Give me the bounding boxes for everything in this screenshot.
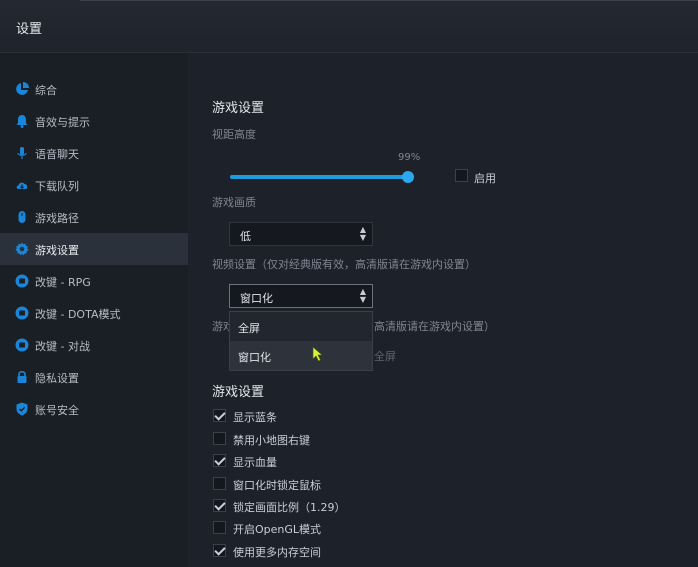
sidebar-item-label: 改键 - DOTA模式 — [35, 308, 121, 321]
option-label: 使用更多内存空间 — [233, 546, 321, 559]
view-height-slider[interactable] — [230, 171, 415, 183]
gear-icon — [15, 242, 29, 256]
bell-icon — [16, 115, 28, 128]
cloud-download-icon — [16, 182, 28, 190]
view-height-percent: 99% — [398, 152, 421, 163]
mouse-cursor-icon — [312, 346, 323, 362]
microphone-icon — [17, 147, 27, 159]
sidebar-item-account-security[interactable]: 账号安全 — [0, 393, 188, 425]
slider-fill — [230, 175, 409, 179]
option-checkbox[interactable] — [213, 432, 226, 445]
option-checkbox[interactable] — [213, 409, 226, 422]
video-mode-select-value: 窗口化 — [240, 292, 273, 305]
option-checkbox[interactable] — [213, 454, 226, 467]
quality-select[interactable]: 低 ▲ ▼ — [229, 222, 373, 246]
keyboard-badge-icon — [15, 338, 29, 352]
sidebar-item-label: 账号安全 — [35, 404, 79, 417]
section-title-game: 游戏设置 — [212, 101, 265, 116]
dropdown-option-windowed[interactable]: 窗口化 — [230, 341, 372, 370]
sidebar-item-sound[interactable]: 音效与提示 — [0, 105, 188, 137]
sidebar-item-privacy[interactable]: 隐私设置 — [0, 361, 188, 393]
sidebar-item-voice-chat[interactable]: 语音聊天 — [0, 137, 188, 169]
shield-icon — [16, 402, 28, 416]
sidebar-item-label: 隐私设置 — [35, 372, 79, 385]
sidebar-item-game-settings[interactable]: 游戏设置 — [0, 233, 188, 265]
sidebar-item-download-queue[interactable]: 下载队列 — [0, 169, 188, 201]
updown-arrow-icon: ▲ ▼ — [359, 287, 366, 304]
option-label: 显示蓝条 — [233, 411, 277, 424]
enable-label: 启用 — [474, 172, 496, 185]
sidebar-item-label: 综合 — [35, 84, 57, 97]
lock-icon — [17, 370, 27, 383]
view-height-label: 视距高度 — [212, 128, 256, 141]
sidebar-item-label: 语音聊天 — [35, 148, 79, 161]
obscured-label-end: 高清版请在游戏内设置） — [374, 320, 495, 333]
keyboard-badge-icon — [15, 274, 29, 288]
dropdown-option-label: 全屏 — [238, 322, 260, 335]
sidebar-item-label: 游戏路径 — [35, 212, 79, 225]
option-label: 禁用小地图右键 — [233, 434, 310, 447]
sidebar-item-label: 改键 - 对战 — [35, 340, 90, 353]
quality-select-value: 低 — [240, 230, 251, 243]
updown-arrow-icon: ▲ ▼ — [359, 225, 366, 242]
quality-label: 游戏画质 — [212, 196, 256, 209]
sidebar-item-label: 改键 - RPG — [35, 276, 91, 289]
option-checkbox[interactable] — [213, 499, 226, 512]
video-settings-label: 视频设置（仅对经典版有效，高清版请在游戏内设置） — [212, 258, 476, 271]
title-bar: 设置 — [0, 0, 698, 53]
option-label: 窗口化时锁定鼠标 — [233, 479, 321, 492]
pie-chart-icon — [16, 82, 29, 95]
sidebar-item-label: 游戏设置 — [35, 244, 79, 257]
window-title: 设置 — [16, 22, 43, 37]
obscured-select-tail: 全屏 — [374, 350, 396, 363]
dropdown-option-fullscreen[interactable]: 全屏 — [230, 312, 372, 341]
keyboard-badge-icon — [15, 306, 29, 320]
video-mode-select[interactable]: 窗口化 ▲ ▼ — [229, 284, 373, 308]
sidebar-item-keybind-rpg[interactable]: 改键 - RPG — [0, 265, 188, 297]
option-checkbox[interactable] — [213, 521, 226, 534]
option-label: 开启OpenGL模式 — [233, 523, 322, 536]
option-checkbox[interactable] — [213, 477, 226, 490]
video-mode-dropdown: 全屏 窗口化 — [229, 311, 373, 371]
option-label: 锁定画面比例（1.29） — [233, 501, 346, 514]
sidebar-item-general[interactable]: 综合 — [0, 73, 188, 105]
window-top-edge — [80, 0, 698, 1]
enable-checkbox[interactable] — [455, 169, 468, 182]
sidebar-item-keybind-versus[interactable]: 改键 - 对战 — [0, 329, 188, 361]
option-checkbox[interactable] — [213, 544, 226, 557]
mouse-icon — [18, 211, 26, 223]
sidebar-item-game-path[interactable]: 游戏路径 — [0, 201, 188, 233]
section-title-options: 游戏设置 — [212, 385, 265, 400]
sidebar: 综合 音效与提示 语音聊天 下载队列 游戏路径 游戏设置 改键 - RPG 改键… — [0, 53, 188, 567]
option-label: 显示血量 — [233, 456, 277, 469]
sidebar-item-keybind-dota[interactable]: 改键 - DOTA模式 — [0, 297, 188, 329]
sidebar-item-label: 音效与提示 — [35, 116, 90, 129]
sidebar-item-label: 下载队列 — [35, 180, 79, 193]
dropdown-option-label: 窗口化 — [238, 351, 271, 364]
